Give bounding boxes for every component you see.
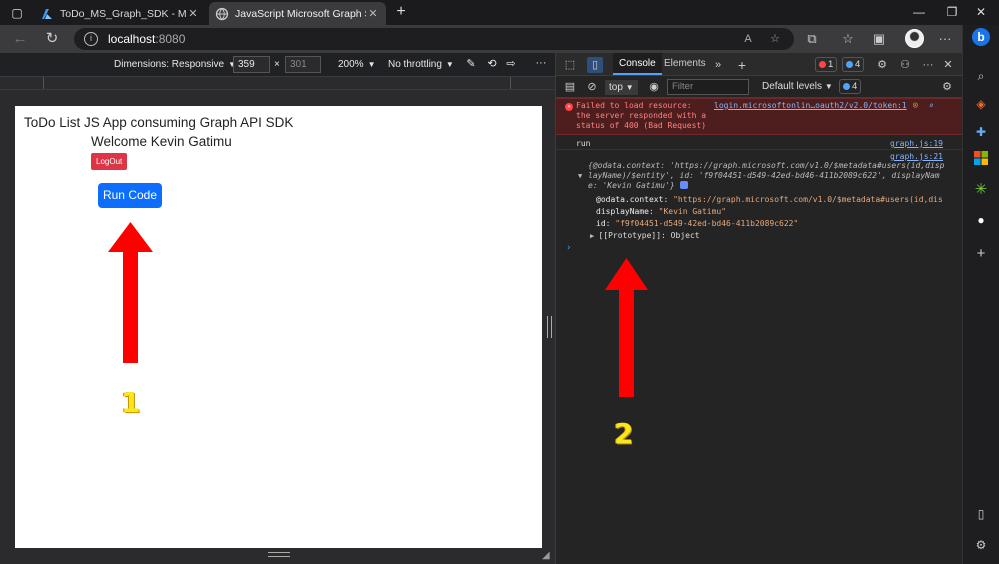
annotation-arrow-2: [605, 258, 648, 397]
annotation-label-2: 2: [614, 417, 634, 450]
annotation-label-1: 1: [121, 386, 141, 419]
browser-window: ▢ ToDo_MS_Graph_SDK - Microsoft ✕ JavaSc…: [0, 0, 999, 564]
annotation-overlay: [108, 222, 648, 397]
annotation-arrow-1: [108, 222, 153, 363]
